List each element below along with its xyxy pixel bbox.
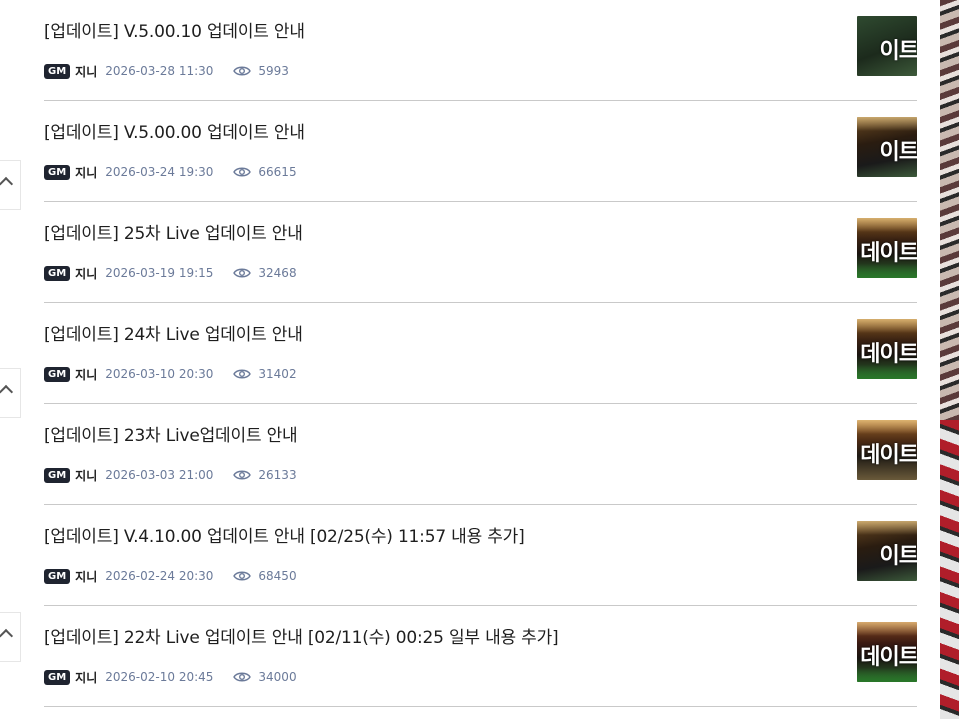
eye-icon xyxy=(233,470,252,480)
post-thumbnail[interactable]: 데이트 xyxy=(857,319,917,379)
eye-icon xyxy=(233,268,252,278)
post-title[interactable]: [업데이트] 23차 Live업데이트 안내 xyxy=(44,421,298,446)
list-item[interactable]: [업데이트] 22차 Live 업데이트 안내 [02/11(수) 00:25 … xyxy=(44,606,917,707)
author-name: 지니 xyxy=(75,569,98,584)
view-count: 5993 xyxy=(258,64,289,78)
gm-badge: GM xyxy=(44,164,71,180)
author-name: 지니 xyxy=(75,367,98,382)
post-title[interactable]: [업데이트] V.5.00.00 업데이트 안내 xyxy=(44,118,305,143)
post-date: 2026-03-10 20:30 xyxy=(105,367,214,381)
post-title[interactable]: [업데이트] 24차 Live 업데이트 안내 xyxy=(44,320,303,345)
list-item[interactable]: [업데이트] V.5.00.10 업데이트 안내 GM 지니 2026-03-2… xyxy=(44,0,917,101)
thumbnail-text: 데이트 xyxy=(860,342,917,367)
post-meta: GM 지니 2026-03-03 21:00 26133 xyxy=(44,466,297,484)
post-meta: GM 지니 2026-03-10 20:30 31402 xyxy=(44,365,297,383)
author-name: 지니 xyxy=(75,165,98,180)
collapse-toggle[interactable] xyxy=(0,612,21,662)
post-meta: GM 지니 2026-03-24 19:30 66615 xyxy=(44,163,297,181)
eye-icon xyxy=(233,672,252,682)
eye-icon xyxy=(233,571,252,581)
view-count: 26133 xyxy=(258,468,297,482)
collapse-toggle[interactable] xyxy=(0,160,21,210)
list-item[interactable]: [업데이트] 25차 Live 업데이트 안내 GM 지니 2026-03-19… xyxy=(44,202,917,303)
gm-badge: GM xyxy=(44,366,71,382)
post-date: 2026-02-10 20:45 xyxy=(105,670,214,684)
author-name: 지니 xyxy=(75,266,98,281)
left-rail xyxy=(0,0,22,719)
chevron-up-icon xyxy=(0,384,14,400)
post-date: 2026-03-24 19:30 xyxy=(105,165,214,179)
gm-badge: GM xyxy=(44,568,71,584)
list-item[interactable]: [업데이트] V.5.00.00 업데이트 안내 GM 지니 2026-03-2… xyxy=(44,101,917,202)
post-meta: GM 지니 2026-03-28 11:30 5993 xyxy=(44,62,289,80)
view-count: 66615 xyxy=(258,165,297,179)
thumbnail-text: 이트 xyxy=(879,39,917,64)
gm-badge: GM xyxy=(44,63,71,79)
post-date: 2026-03-19 19:15 xyxy=(105,266,214,280)
side-banner-image xyxy=(940,0,959,719)
post-thumbnail[interactable]: 데이트 xyxy=(857,218,917,278)
view-count: 32468 xyxy=(258,266,297,280)
post-title[interactable]: [업데이트] 25차 Live 업데이트 안내 xyxy=(44,219,303,244)
post-thumbnail[interactable]: 이트 xyxy=(857,521,917,581)
post-title[interactable]: [업데이트] 22차 Live 업데이트 안내 [02/11(수) 00:25 … xyxy=(44,623,559,648)
thumbnail-text: 데이트 xyxy=(860,443,917,468)
gm-badge: GM xyxy=(44,265,71,281)
post-date: 2026-03-03 21:00 xyxy=(105,468,214,482)
post-meta: GM 지니 2026-02-10 20:45 34000 xyxy=(44,668,297,686)
thumbnail-text: 이트 xyxy=(879,140,917,165)
list-item[interactable]: [업데이트] V.4.10.00 업데이트 안내 [02/25(수) 11:57… xyxy=(44,505,917,606)
chevron-up-icon xyxy=(0,176,14,192)
list-item[interactable]: [업데이트] 24차 Live 업데이트 안내 GM 지니 2026-03-10… xyxy=(44,303,917,404)
author-name: 지니 xyxy=(75,670,98,685)
post-date: 2026-03-28 11:30 xyxy=(105,64,214,78)
post-date: 2026-02-24 20:30 xyxy=(105,569,214,583)
post-list: [업데이트] V.5.00.10 업데이트 안내 GM 지니 2026-03-2… xyxy=(44,0,917,707)
post-meta: GM 지니 2026-02-24 20:30 68450 xyxy=(44,567,297,585)
post-title[interactable]: [업데이트] V.5.00.10 업데이트 안내 xyxy=(44,17,305,42)
post-thumbnail[interactable]: 이트 xyxy=(857,16,917,76)
author-name: 지니 xyxy=(75,468,98,483)
post-thumbnail[interactable]: 이트 xyxy=(857,117,917,177)
eye-icon xyxy=(233,167,252,177)
post-title[interactable]: [업데이트] V.4.10.00 업데이트 안내 [02/25(수) 11:57… xyxy=(44,522,525,547)
collapse-toggle[interactable] xyxy=(0,368,21,418)
view-count: 31402 xyxy=(258,367,297,381)
thumbnail-text: 데이트 xyxy=(860,645,917,670)
list-item[interactable]: [업데이트] 23차 Live업데이트 안내 GM 지니 2026-03-03 … xyxy=(44,404,917,505)
gm-badge: GM xyxy=(44,467,71,483)
eye-icon xyxy=(233,369,252,379)
post-thumbnail[interactable]: 데이트 xyxy=(857,622,917,682)
post-thumbnail[interactable]: 데이트 xyxy=(857,420,917,480)
thumbnail-text: 이트 xyxy=(879,544,917,569)
eye-icon xyxy=(233,66,252,76)
post-meta: GM 지니 2026-03-19 19:15 32468 xyxy=(44,264,297,282)
gm-badge: GM xyxy=(44,669,71,685)
view-count: 68450 xyxy=(258,569,297,583)
chevron-up-icon xyxy=(0,628,14,644)
view-count: 34000 xyxy=(258,670,297,684)
author-name: 지니 xyxy=(75,64,98,79)
thumbnail-text: 데이트 xyxy=(860,241,917,266)
